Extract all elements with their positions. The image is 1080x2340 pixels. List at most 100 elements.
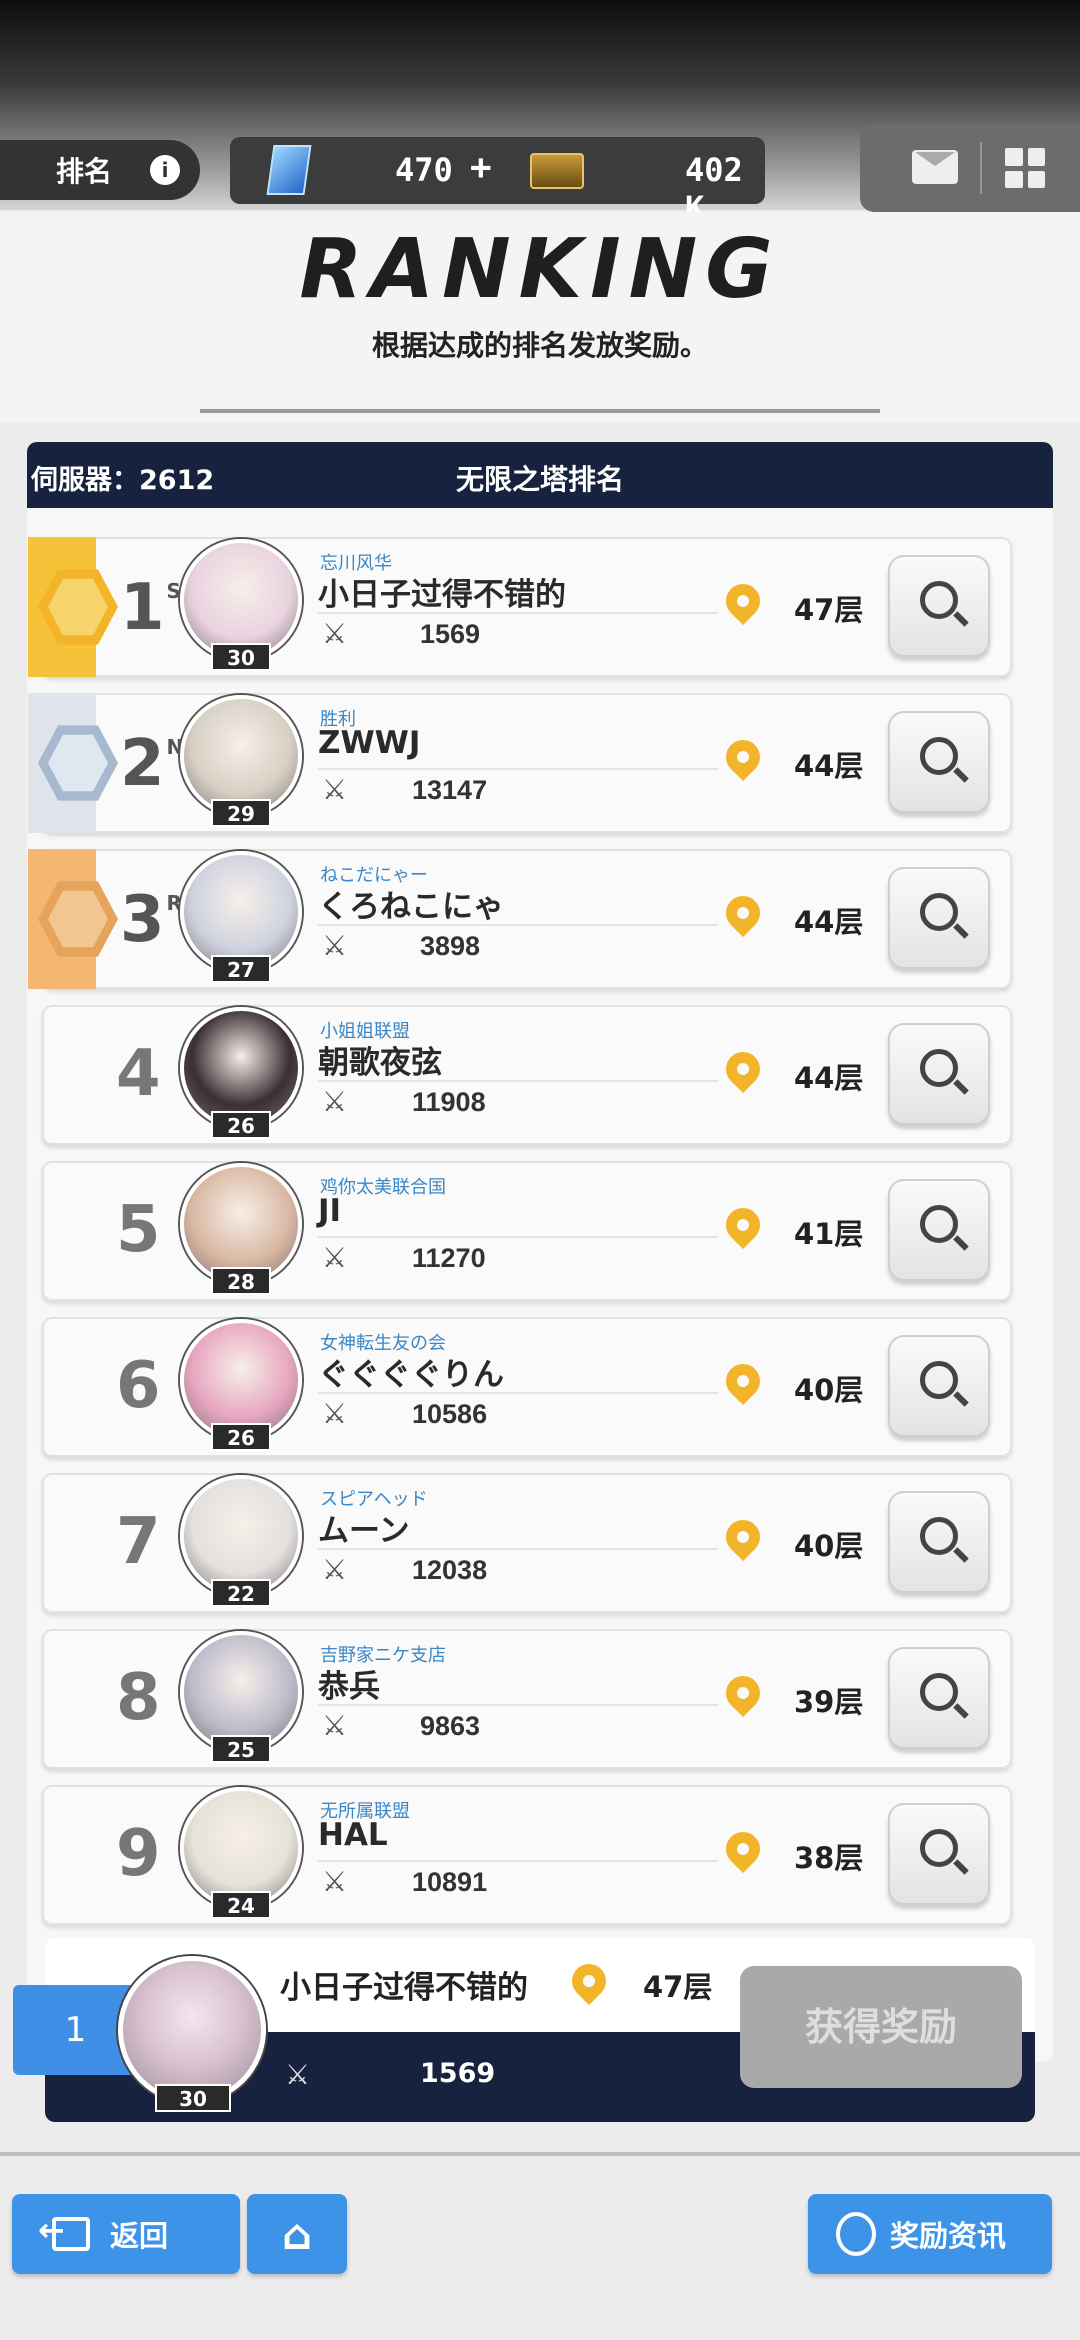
divider bbox=[980, 142, 982, 194]
back-button[interactable]: 返回 bbox=[12, 2194, 240, 2274]
search-icon bbox=[920, 1049, 958, 1087]
name-underline bbox=[318, 1080, 718, 1082]
swords-icon: ⚔ bbox=[322, 617, 348, 650]
my-power: 1569 bbox=[420, 2058, 496, 2089]
tower-floor: 38层 bbox=[794, 1841, 864, 1875]
player-name: 朝歌夜弦 bbox=[318, 1045, 442, 1081]
crown-icon bbox=[48, 890, 108, 948]
swords-icon: ⚔ bbox=[322, 929, 348, 962]
back-label: 返回 bbox=[110, 2219, 169, 2253]
rank-number: 7 bbox=[116, 1505, 161, 1579]
tower-floor: 44层 bbox=[794, 905, 864, 939]
player-name: ZWWJ bbox=[318, 725, 421, 761]
currency-bar: 470 + 402 K bbox=[230, 137, 765, 227]
bottom-divider bbox=[0, 2152, 1080, 2156]
rewards-info-label: 奖励资讯 bbox=[890, 2219, 1007, 2253]
my-name: 小日子过得不错的 bbox=[280, 1970, 528, 2006]
level-tag: 27 bbox=[211, 955, 271, 983]
home-icon: ⌂ bbox=[281, 2209, 313, 2259]
view-player-button[interactable] bbox=[888, 1491, 990, 1593]
view-player-button[interactable] bbox=[888, 867, 990, 969]
swords-icon: ⚔ bbox=[322, 1709, 348, 1742]
level-tag: 29 bbox=[211, 799, 271, 827]
player-name: ムーン bbox=[318, 1513, 410, 1549]
search-icon bbox=[920, 1673, 958, 1711]
gem-count: 470 bbox=[395, 151, 453, 189]
player-name: 恭兵 bbox=[318, 1669, 380, 1705]
level-tag: 30 bbox=[211, 643, 271, 671]
info-icon[interactable]: i bbox=[150, 155, 180, 185]
player-name: くろねこにゃ bbox=[318, 889, 504, 925]
combat-power: 12038 bbox=[412, 1555, 488, 1585]
crown-icon bbox=[48, 734, 108, 792]
gem-icon bbox=[266, 145, 312, 195]
panel-title: 无限之塔排名 bbox=[455, 463, 624, 496]
top-right-menu bbox=[860, 124, 1080, 212]
name-underline bbox=[318, 768, 718, 770]
mail-icon[interactable] bbox=[912, 150, 958, 184]
view-player-button[interactable] bbox=[888, 1803, 990, 1905]
rewards-info-button[interactable]: 奖励资讯 bbox=[808, 2194, 1052, 2274]
name-underline bbox=[318, 1392, 718, 1394]
header-divider bbox=[200, 387, 880, 413]
claim-reward-button[interactable]: 获得奖励 bbox=[740, 1966, 1022, 2088]
view-player-button[interactable] bbox=[888, 711, 990, 813]
swords-icon: ⚔ bbox=[322, 1241, 348, 1274]
combat-power: 13147 bbox=[412, 775, 488, 805]
view-player-button[interactable] bbox=[888, 1647, 990, 1749]
rank-tab-label: 排名 bbox=[56, 155, 113, 188]
level-tag: 25 bbox=[211, 1735, 271, 1763]
name-underline bbox=[318, 1548, 718, 1550]
name-underline bbox=[318, 1704, 718, 1706]
name-underline bbox=[318, 924, 718, 926]
credit-card-icon bbox=[530, 153, 584, 189]
location-pin-icon bbox=[564, 1956, 614, 2006]
view-player-button[interactable] bbox=[888, 1335, 990, 1437]
combat-power: 11270 bbox=[412, 1243, 486, 1273]
plus-icon[interactable]: + bbox=[470, 147, 492, 188]
level-tag: 28 bbox=[211, 1267, 271, 1295]
player-name: JI bbox=[318, 1193, 342, 1229]
medal-icon bbox=[836, 2212, 876, 2256]
level-tag: 24 bbox=[211, 1891, 271, 1919]
search-icon bbox=[920, 737, 958, 775]
my-floor: 47层 bbox=[643, 1970, 713, 2004]
swords-icon: ⚔ bbox=[322, 1553, 348, 1586]
combat-power: 3898 bbox=[420, 931, 481, 961]
name-underline bbox=[318, 612, 718, 614]
name-underline bbox=[318, 1236, 718, 1238]
combat-power: 10586 bbox=[412, 1399, 488, 1429]
player-name: HAL bbox=[318, 1817, 388, 1853]
my-avatar[interactable] bbox=[118, 1956, 266, 2104]
search-icon bbox=[920, 581, 958, 619]
search-icon bbox=[920, 1361, 958, 1399]
tower-floor: 40层 bbox=[794, 1529, 864, 1563]
level-tag: 26 bbox=[211, 1423, 271, 1451]
rank-number: 5 bbox=[116, 1193, 161, 1267]
rank-tab[interactable]: 排名 i bbox=[0, 140, 200, 200]
tower-floor: 40层 bbox=[794, 1373, 864, 1407]
view-player-button[interactable] bbox=[888, 1179, 990, 1281]
exit-icon bbox=[38, 2211, 90, 2251]
level-tag: 26 bbox=[211, 1111, 271, 1139]
crown-icon bbox=[48, 578, 108, 636]
rank-digit: 3 bbox=[120, 883, 165, 957]
player-name: ぐぐぐぐりん bbox=[318, 1357, 504, 1393]
search-icon bbox=[920, 1205, 958, 1243]
swords-icon: ⚔ bbox=[322, 1397, 348, 1430]
view-player-button[interactable] bbox=[888, 1023, 990, 1125]
rank-number: 9 bbox=[116, 1817, 161, 1891]
grid-menu-icon[interactable] bbox=[1005, 148, 1045, 188]
swords-icon: ⚔ bbox=[322, 773, 348, 806]
swords-icon: ⚔ bbox=[322, 1865, 348, 1898]
rank-digit: 2 bbox=[120, 727, 165, 801]
view-player-button[interactable] bbox=[888, 555, 990, 657]
my-level-tag: 30 bbox=[155, 2084, 231, 2112]
rank-number: 8 bbox=[116, 1661, 161, 1735]
panel-header: 伺服器：2612 无限之塔排名 bbox=[27, 442, 1053, 508]
search-icon bbox=[920, 1517, 958, 1555]
page-title: RANKING bbox=[299, 222, 781, 317]
level-tag: 22 bbox=[211, 1579, 271, 1607]
tower-floor: 47层 bbox=[794, 593, 864, 627]
home-button[interactable]: ⌂ bbox=[247, 2194, 347, 2274]
